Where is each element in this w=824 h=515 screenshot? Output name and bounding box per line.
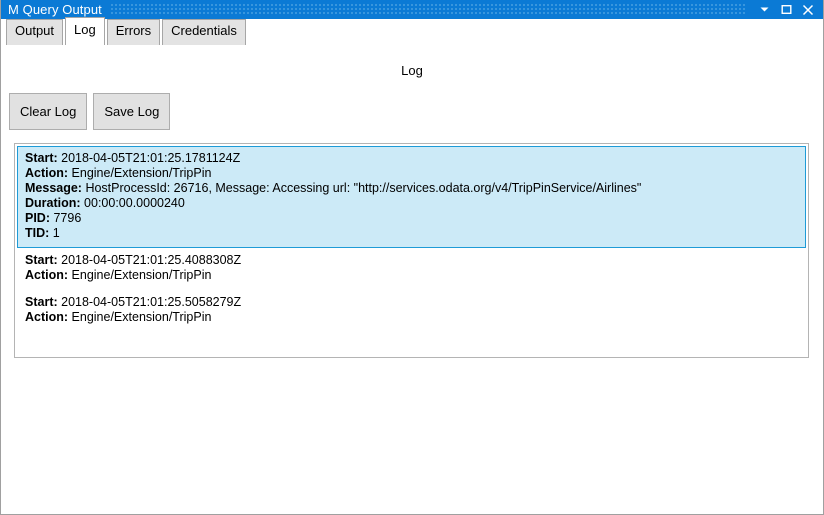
window-title: M Query Output <box>8 2 102 17</box>
log-line-key: Start: <box>25 253 58 267</box>
log-line-key: Duration: <box>25 196 81 210</box>
log-line-key: Message: <box>25 181 82 195</box>
log-line-value: Engine/Extension/TripPin <box>68 268 212 282</box>
log-line: Action: Engine/Extension/TripPin <box>25 166 798 181</box>
log-entry[interactable]: Start: 2018-04-05T21:01:25.1781124Z Actio… <box>17 146 806 248</box>
log-entry[interactable]: Start: 2018-04-05T21:01:25.5058279Z Actio… <box>17 290 806 332</box>
log-line-key: Start: <box>25 151 58 165</box>
log-line: Action: Engine/Extension/TripPin <box>25 268 798 283</box>
tab-output[interactable]: Output <box>6 19 64 45</box>
log-panel: Log Clear Log Save Log Start: 2018-04-05… <box>1 45 823 514</box>
log-line-key: Action: <box>25 268 69 282</box>
log-line: Start: 2018-04-05T21:01:25.5058279Z <box>25 295 798 310</box>
log-line-key: PID: <box>25 211 50 225</box>
tab-log[interactable]: Log <box>65 17 105 45</box>
window-controls <box>753 0 823 19</box>
log-line: Start: 2018-04-05T21:01:25.1781124Z <box>25 151 798 166</box>
log-line-value: 2018-04-05T21:01:25.4088308Z <box>57 253 242 267</box>
title-bar: M Query Output <box>1 0 823 19</box>
log-line-value: 2018-04-05T21:01:25.1781124Z <box>57 151 241 165</box>
log-line-key: Action: <box>25 310 69 324</box>
log-line-value: 7796 <box>50 211 82 225</box>
log-line-key: Start: <box>25 295 58 309</box>
save-log-button[interactable]: Save Log <box>93 93 171 130</box>
log-line-value: 1 <box>49 226 60 240</box>
log-line-value: 2018-04-05T21:01:25.5058279Z <box>57 295 242 309</box>
log-line: Duration: 00:00:00.0000240 <box>25 196 798 211</box>
page-title: Log <box>401 63 423 78</box>
log-toolbar: Clear Log Save Log <box>1 93 823 130</box>
log-line-value: 00:00:00.0000240 <box>80 196 185 210</box>
title-bar-grip[interactable] <box>110 4 747 15</box>
tab-errors[interactable]: Errors <box>106 19 161 45</box>
log-line-key: TID: <box>25 226 50 240</box>
close-icon[interactable] <box>797 0 819 19</box>
log-line: TID: 1 <box>25 226 798 241</box>
log-line: Message: HostProcessId: 26716, Message: … <box>25 181 798 196</box>
log-list[interactable]: Start: 2018-04-05T21:01:25.1781124Z Actio… <box>14 143 809 358</box>
maximize-icon[interactable] <box>775 0 797 19</box>
log-line: Action: Engine/Extension/TripPin <box>25 310 798 325</box>
minimize-icon[interactable] <box>753 0 775 19</box>
log-line-key: Action: <box>25 166 69 180</box>
log-line-value: Engine/Extension/TripPin <box>68 166 212 180</box>
clear-log-button[interactable]: Clear Log <box>9 93 88 130</box>
log-line: Start: 2018-04-05T21:01:25.4088308Z <box>25 253 798 268</box>
log-entry[interactable]: Start: 2018-04-05T21:01:25.4088308Z Actio… <box>17 248 806 290</box>
log-line-value: Engine/Extension/TripPin <box>68 310 212 324</box>
m-query-output-window: M Query Output Output Log Errors Credent… <box>0 0 824 515</box>
log-line-value: HostProcessId: 26716, Message: Accessing… <box>81 181 642 195</box>
tab-strip: Output Log Errors Credentials <box>1 17 823 45</box>
tab-credentials[interactable]: Credentials <box>162 19 246 45</box>
log-line: PID: 7796 <box>25 211 798 226</box>
